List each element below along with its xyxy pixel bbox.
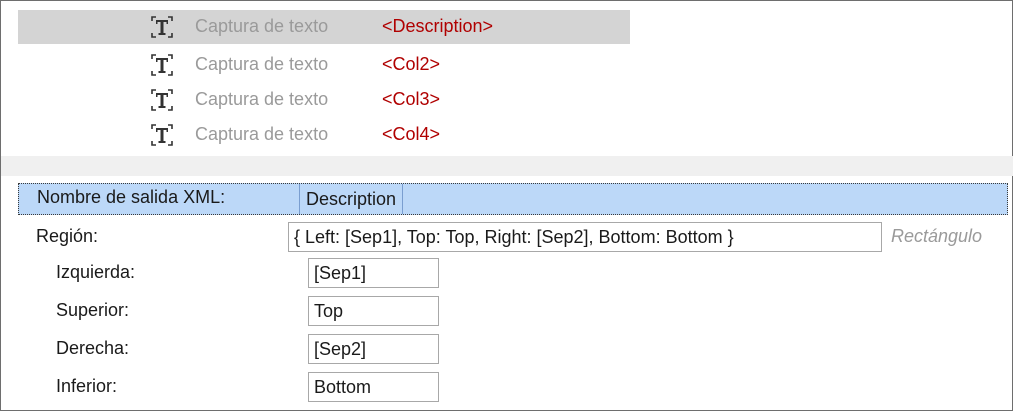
tree-item-tag: <Col2> bbox=[382, 54, 441, 74]
text-capture-icon bbox=[151, 124, 173, 146]
tree-item-label: Captura de texto bbox=[195, 16, 329, 36]
output-name-value[interactable]: Description bbox=[299, 184, 404, 214]
left-label: Izquierda: bbox=[56, 262, 136, 282]
tree-item-label: Captura de texto bbox=[195, 89, 329, 109]
output-name-row[interactable]: Nombre de salida XML: Description bbox=[18, 183, 1008, 215]
right-row: Derecha: [Sep2] bbox=[18, 333, 1008, 365]
tree-item-col2[interactable]: Captura de texto <Col2> bbox=[18, 48, 630, 82]
bottom-row: Inferior: Bottom bbox=[18, 371, 1008, 403]
tree-item-tag: <Description> bbox=[382, 16, 494, 36]
tree-item-col3[interactable]: Captura de texto <Col3> bbox=[18, 83, 630, 117]
tree-item-description[interactable]: Captura de texto <Description> bbox=[18, 10, 630, 44]
output-name-label: Nombre de salida XML: bbox=[37, 187, 226, 207]
top-field[interactable]: Top bbox=[308, 296, 439, 326]
tree-item-label: Captura de texto bbox=[195, 54, 329, 74]
right-label: Derecha: bbox=[56, 338, 130, 358]
left-field[interactable]: [Sep1] bbox=[308, 258, 439, 288]
region-row: Región: { Left: [Sep1], Top: Top, Right:… bbox=[18, 221, 1008, 253]
tree-item-tag: <Col4> bbox=[382, 124, 441, 144]
top-label: Superior: bbox=[56, 300, 130, 320]
tree-item-label: Captura de texto bbox=[195, 124, 329, 144]
section-divider bbox=[1, 156, 1013, 176]
right-field[interactable]: [Sep2] bbox=[308, 334, 439, 364]
text-capture-icon bbox=[151, 54, 173, 76]
top-row: Superior: Top bbox=[18, 295, 1008, 327]
region-type-hint: Rectángulo bbox=[891, 226, 983, 246]
left-row: Izquierda: [Sep1] bbox=[18, 257, 1008, 289]
region-field[interactable]: { Left: [Sep1], Top: Top, Right: [Sep2],… bbox=[288, 222, 882, 252]
extraction-tree: Captura de texto <Description> Captura d… bbox=[1, 1, 1013, 156]
bottom-label: Inferior: bbox=[56, 376, 118, 396]
text-capture-icon bbox=[151, 16, 173, 38]
text-capture-icon bbox=[151, 89, 173, 111]
properties-window: Captura de texto <Description> Captura d… bbox=[0, 0, 1013, 411]
tree-item-tag: <Col3> bbox=[382, 89, 441, 109]
bottom-field[interactable]: Bottom bbox=[308, 372, 439, 402]
region-label: Región: bbox=[36, 226, 99, 246]
tree-item-col4[interactable]: Captura de texto <Col4> bbox=[18, 118, 630, 152]
